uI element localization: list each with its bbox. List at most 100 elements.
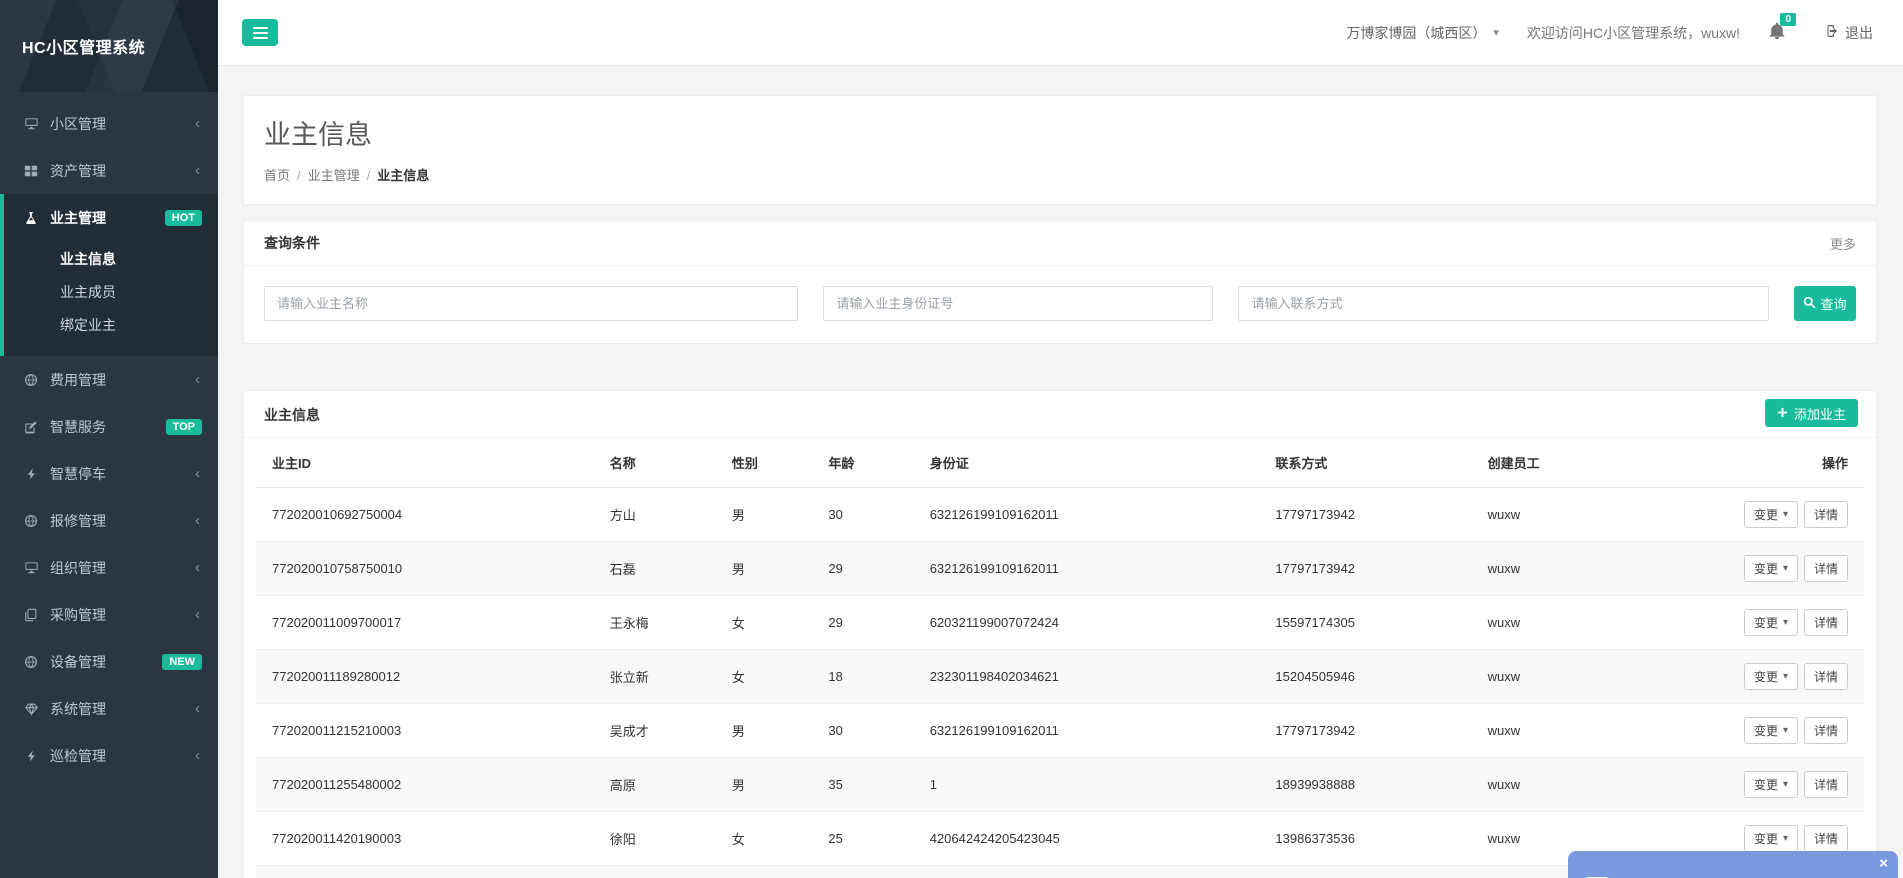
page-content: 业主信息 首页/业主管理/业主信息 查询条件 更多 查询 业主信息 <box>218 66 1903 878</box>
sidebar-item-1[interactable]: 资产管理‹ <box>0 147 218 194</box>
monitor-icon <box>23 560 39 576</box>
bell-icon <box>1768 27 1786 43</box>
cell-gender: 男 <box>724 488 820 542</box>
cell-name: 王永梅 <box>602 596 724 650</box>
sidebar: HC小区管理系统 小区管理‹资产管理‹业主管理HOT业主信息业主成员绑定业主费用… <box>0 0 218 878</box>
cell-id: 772020011189280012 <box>256 650 602 704</box>
cell-name: 吴成才 <box>602 704 724 758</box>
cell-name: 石磊 <box>602 542 724 596</box>
sidebar-item-11[interactable]: 巡检管理‹ <box>0 732 218 779</box>
change-button[interactable]: 变更▾ <box>1744 825 1798 852</box>
globe-icon <box>23 513 39 529</box>
cell-creator: wuxw <box>1480 758 1713 812</box>
sidebar-item-6[interactable]: 报修管理‹ <box>0 497 218 544</box>
cell-id: 772020011215210003 <box>256 704 602 758</box>
query-input-2[interactable] <box>1238 286 1769 321</box>
table-row: 772020011009700017王永梅女296203211990070724… <box>256 596 1864 650</box>
cell-id_card: 420642424205423045 <box>922 812 1268 866</box>
change-label: 变更 <box>1754 776 1778 793</box>
cell-actions: 变更▾详情 <box>1713 596 1864 650</box>
add-owner-button[interactable]: 添加业主 <box>1765 399 1858 427</box>
caret-down-icon: ▾ <box>1783 563 1788 574</box>
detail-button[interactable]: 详情 <box>1804 663 1848 690</box>
cell-creator: wuxw <box>1480 488 1713 542</box>
sidebar-subitem-2-2[interactable]: 绑定业主 <box>4 309 218 342</box>
query-input-1[interactable] <box>823 286 1213 321</box>
change-label: 变更 <box>1754 614 1778 631</box>
sidebar-item-label: 资产管理 <box>50 161 195 181</box>
sidebar-item-2[interactable]: 业主管理HOT <box>4 194 218 241</box>
search-button[interactable]: 查询 <box>1794 286 1856 321</box>
change-button[interactable]: 变更▾ <box>1744 663 1798 690</box>
more-link[interactable]: 更多 <box>1830 234 1856 253</box>
sidebar-item-label: 报修管理 <box>50 511 195 531</box>
sidebar-item-label: 组织管理 <box>50 558 195 578</box>
sidebar-item-7[interactable]: 组织管理‹ <box>0 544 218 591</box>
grid-icon <box>23 163 39 179</box>
notification-bell[interactable]: 0 <box>1768 22 1794 43</box>
column-header-7: 操作 <box>1713 438 1864 488</box>
change-button[interactable]: 变更▾ <box>1744 501 1798 528</box>
sidebar-subitem-2-1[interactable]: 业主成员 <box>4 276 218 309</box>
sidebar-item-3[interactable]: 费用管理‹ <box>0 356 218 403</box>
owners-table-wrap: 业主ID名称性别年龄身份证联系方式创建员工操作 7720200106927500… <box>244 438 1876 878</box>
detail-button[interactable]: 详情 <box>1804 717 1848 744</box>
cell-phone: 13986373536 <box>1267 812 1479 866</box>
sign-out-icon <box>1822 23 1838 42</box>
sidebar-group-3: 费用管理‹ <box>0 356 218 403</box>
cell-phone: 17797173942 <box>1267 488 1479 542</box>
owners-panel-header: 业主信息 添加业主 <box>244 391 1876 438</box>
sidebar-item-label: 设备管理 <box>50 652 162 672</box>
sidebar-group-11: 巡检管理‹ <box>0 732 218 779</box>
sidebar-group-4: 智慧服务TOP <box>0 403 218 450</box>
cell-age: 30 <box>820 866 921 878</box>
detail-button[interactable]: 详情 <box>1804 825 1848 852</box>
sidebar-subitem-2-0[interactable]: 业主信息 <box>4 243 218 276</box>
change-button[interactable]: 变更▾ <box>1744 771 1798 798</box>
change-label: 变更 <box>1754 560 1778 577</box>
sidebar-item-8[interactable]: 采购管理‹ <box>0 591 218 638</box>
change-button[interactable]: 变更 ▾ <box>1744 555 1798 582</box>
change-label: 变更 <box>1754 830 1778 847</box>
cell-actions: 变更▾详情 <box>1713 488 1864 542</box>
detail-button[interactable]: 详情 <box>1804 771 1848 798</box>
table-row: 772020010692750004方山男3063212619910916201… <box>256 488 1864 542</box>
query-input-0[interactable] <box>264 286 798 321</box>
detail-button[interactable]: 详情 <box>1804 501 1848 528</box>
breadcrumb-current: 业主信息 <box>377 168 429 183</box>
sidebar-item-5[interactable]: 智慧停车‹ <box>0 450 218 497</box>
logout-button[interactable]: 退出 <box>1822 23 1873 43</box>
sidebar-item-label: 业主管理 <box>50 208 165 228</box>
sidebar-item-4[interactable]: 智慧服务TOP <box>0 403 218 450</box>
column-header-3: 年龄 <box>820 438 921 488</box>
cell-creator: wuxw <box>1480 596 1713 650</box>
community-selector[interactable]: 万博家博园（城西区） ▾ <box>1346 23 1499 43</box>
globe-icon <box>23 654 39 670</box>
detail-button[interactable]: 详情 <box>1804 555 1848 582</box>
cell-actions: 变更▾详情 <box>1713 704 1864 758</box>
cell-id: 772020011009700017 <box>256 596 602 650</box>
chevron-left-icon: ‹ <box>195 606 200 623</box>
cell-phone: 17797173942 <box>1267 542 1479 596</box>
breadcrumb-link-1[interactable]: 业主管理 <box>308 168 360 183</box>
sidebar-item-0[interactable]: 小区管理‹ <box>0 100 218 147</box>
cell-gender: 男 <box>724 758 820 812</box>
breadcrumb-link-0[interactable]: 首页 <box>264 168 290 183</box>
cell-age: 30 <box>820 488 921 542</box>
page-title: 业主信息 <box>264 113 1856 152</box>
sidebar-item-10[interactable]: 系统管理‹ <box>0 685 218 732</box>
cell-name: 徐阳 <box>602 812 724 866</box>
close-icon[interactable]: × <box>1879 856 1888 871</box>
column-header-0: 业主ID <box>256 438 602 488</box>
change-button[interactable]: 变更▾ <box>1744 609 1798 636</box>
sidebar-item-9[interactable]: 设备管理NEW <box>0 638 218 685</box>
query-panel-title: 查询条件 <box>264 233 320 253</box>
promo-widget[interactable]: 每日签到 × <box>1568 851 1898 878</box>
change-button[interactable]: 变更▾ <box>1744 717 1798 744</box>
cell-id_card <box>922 866 1268 878</box>
sidebar-badge: HOT <box>165 210 202 226</box>
sidebar-group-8: 采购管理‹ <box>0 591 218 638</box>
caret-down-icon: ▾ <box>1783 725 1788 736</box>
menu-toggle-button[interactable] <box>242 19 278 46</box>
detail-button[interactable]: 详情 <box>1804 609 1848 636</box>
